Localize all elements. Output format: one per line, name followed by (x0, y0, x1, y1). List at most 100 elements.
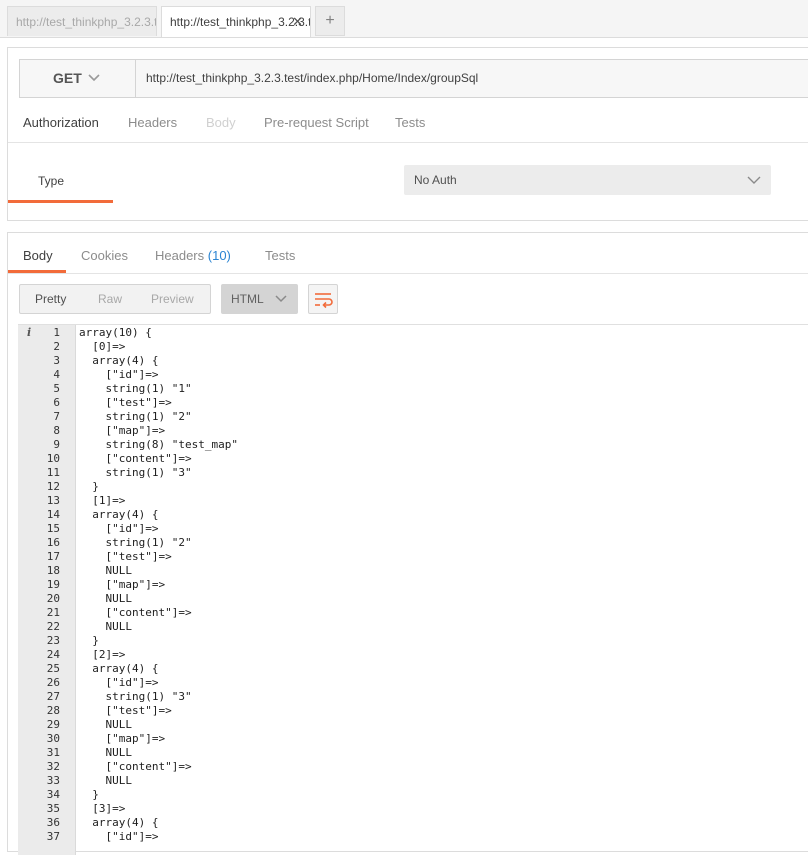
code-line: array(4) { (79, 508, 159, 521)
auth-type-label: Type (38, 174, 65, 188)
request-tab-strip: http://test_thinkphp_3.2.3.test/index.ph… (0, 0, 808, 38)
line-number: 17 (46, 550, 60, 563)
tab-response-cookies[interactable]: Cookies (81, 248, 128, 263)
tab-pre-request-script[interactable]: Pre-request Script (264, 110, 369, 142)
tab-response-headers-label: Headers (155, 248, 205, 263)
line-number: 4 (53, 368, 60, 381)
line-number: 36 (46, 816, 60, 829)
code-line: string(1) "2" (79, 536, 192, 549)
tab-body[interactable]: Body (206, 110, 236, 142)
chevron-down-icon (747, 176, 761, 184)
line-number: 34 (46, 788, 60, 801)
request-tab-active[interactable]: http://test_thinkphp_3.2.3.test/index.ph… (161, 6, 311, 37)
method-label: GET (53, 70, 82, 86)
line-number: 23 (46, 634, 60, 647)
line-number: 15 (46, 522, 60, 535)
line-number: 5 (53, 382, 60, 395)
response-tabs: Body Cookies Headers (10) Tests (8, 233, 808, 274)
line-number: 12 (46, 480, 60, 493)
code-line: ["content"]=> (79, 606, 192, 619)
request-subtabs: Authorization Headers Body Pre-request S… (8, 110, 808, 203)
code-line: string(1) "1" (79, 382, 192, 395)
wrap-lines-button[interactable] (308, 284, 338, 314)
tab-tests[interactable]: Tests (395, 110, 425, 142)
code-line: NULL (79, 718, 132, 731)
code-line: ["id"]=> (79, 522, 159, 535)
line-number: 27 (46, 690, 60, 703)
code-line: [2]=> (79, 648, 126, 661)
response-body-code[interactable]: i 1 2 3 4 5 6 7 8 9 10 11 12 13 14 15 16 17 18 19 20 21 22 23 2… (18, 324, 808, 855)
code-line: ["id"]=> (79, 676, 159, 689)
line-number: 10 (46, 452, 60, 465)
active-tab-underline (8, 270, 66, 273)
line-number: 24 (46, 648, 60, 661)
line-number: 33 (46, 774, 60, 787)
method-dropdown[interactable]: GET (20, 60, 136, 97)
code-line: } (79, 480, 99, 493)
line-number: 28 (46, 704, 60, 717)
tab-response-body[interactable]: Body (23, 248, 53, 263)
info-icon: i (27, 326, 32, 339)
raw-button[interactable]: Raw (98, 285, 122, 313)
code-line: string(8) "test_map" (79, 438, 238, 451)
url-bar: GET http://test_thinkphp_3.2.3.test/inde… (19, 59, 808, 98)
line-number: 9 (53, 438, 60, 451)
format-button-group: Pretty Raw Preview (19, 284, 211, 314)
preview-button[interactable]: Preview (151, 285, 194, 313)
code-line: ["content"]=> (79, 760, 192, 773)
code-line: NULL (79, 592, 132, 605)
line-number: 37 (46, 830, 60, 843)
auth-type-select[interactable]: No Auth (404, 165, 771, 195)
line-number: 32 (46, 760, 60, 773)
line-number: 25 (46, 662, 60, 675)
line-number: 7 (53, 410, 60, 423)
line-number: 22 (46, 620, 60, 633)
code-line: NULL (79, 774, 132, 787)
line-number: 13 (46, 494, 60, 507)
chevron-down-icon (275, 295, 287, 303)
code-line: ["map"]=> (79, 732, 166, 745)
url-input[interactable]: http://test_thinkphp_3.2.3.test/index.ph… (146, 60, 478, 97)
line-number: 16 (46, 536, 60, 549)
close-icon[interactable]: ✕ (292, 7, 303, 37)
code-line: array(4) { (79, 354, 159, 367)
line-number: 18 (46, 564, 60, 577)
code-line: NULL (79, 746, 132, 759)
request-panel: GET http://test_thinkphp_3.2.3.test/inde… (7, 47, 808, 221)
code-line: [0]=> (79, 340, 126, 353)
code-line: ["map"]=> (79, 578, 166, 591)
line-number: 3 (53, 354, 60, 367)
code-line: string(1) "3" (79, 690, 192, 703)
line-number: 8 (53, 424, 60, 437)
code-line: ["id"]=> (79, 830, 159, 843)
request-tab[interactable]: http://test_thinkphp_3.2.3.test/index.ph… (7, 6, 157, 36)
chevron-down-icon (88, 74, 100, 82)
wrap-lines-icon (315, 293, 333, 309)
tab-response-tests[interactable]: Tests (265, 248, 295, 263)
plus-icon: + (325, 12, 335, 29)
code-line: ["map"]=> (79, 424, 166, 437)
tab-response-headers[interactable]: Headers (10) (155, 248, 231, 263)
pretty-button[interactable]: Pretty (35, 285, 66, 313)
line-number: 1 (53, 326, 60, 339)
line-number: 21 (46, 606, 60, 619)
new-tab-button[interactable]: + (315, 6, 345, 36)
code-line: ["test"]=> (79, 704, 172, 717)
line-number: 30 (46, 732, 60, 745)
code-line: [1]=> (79, 494, 126, 507)
line-number: 11 (46, 466, 60, 479)
line-number-gutter: i 1 2 3 4 5 6 7 8 9 10 11 12 13 14 15 16 17 18 19 20 21 22 23 2… (18, 325, 76, 855)
line-number: 14 (46, 508, 60, 521)
line-number: 19 (46, 578, 60, 591)
tab-authorization[interactable]: Authorization (23, 110, 99, 142)
request-tab-label: http://test_thinkphp_3.2.3.test/index.ph… (16, 15, 157, 29)
code-line: string(1) "2" (79, 410, 192, 423)
line-number: 2 (53, 340, 60, 353)
language-select[interactable]: HTML (221, 284, 298, 314)
line-number: 6 (53, 396, 60, 409)
tab-headers[interactable]: Headers (128, 110, 177, 142)
code-line: ["test"]=> (79, 396, 172, 409)
code-line: NULL (79, 620, 132, 633)
code-line: ["id"]=> (79, 368, 159, 381)
line-number: 20 (46, 592, 60, 605)
